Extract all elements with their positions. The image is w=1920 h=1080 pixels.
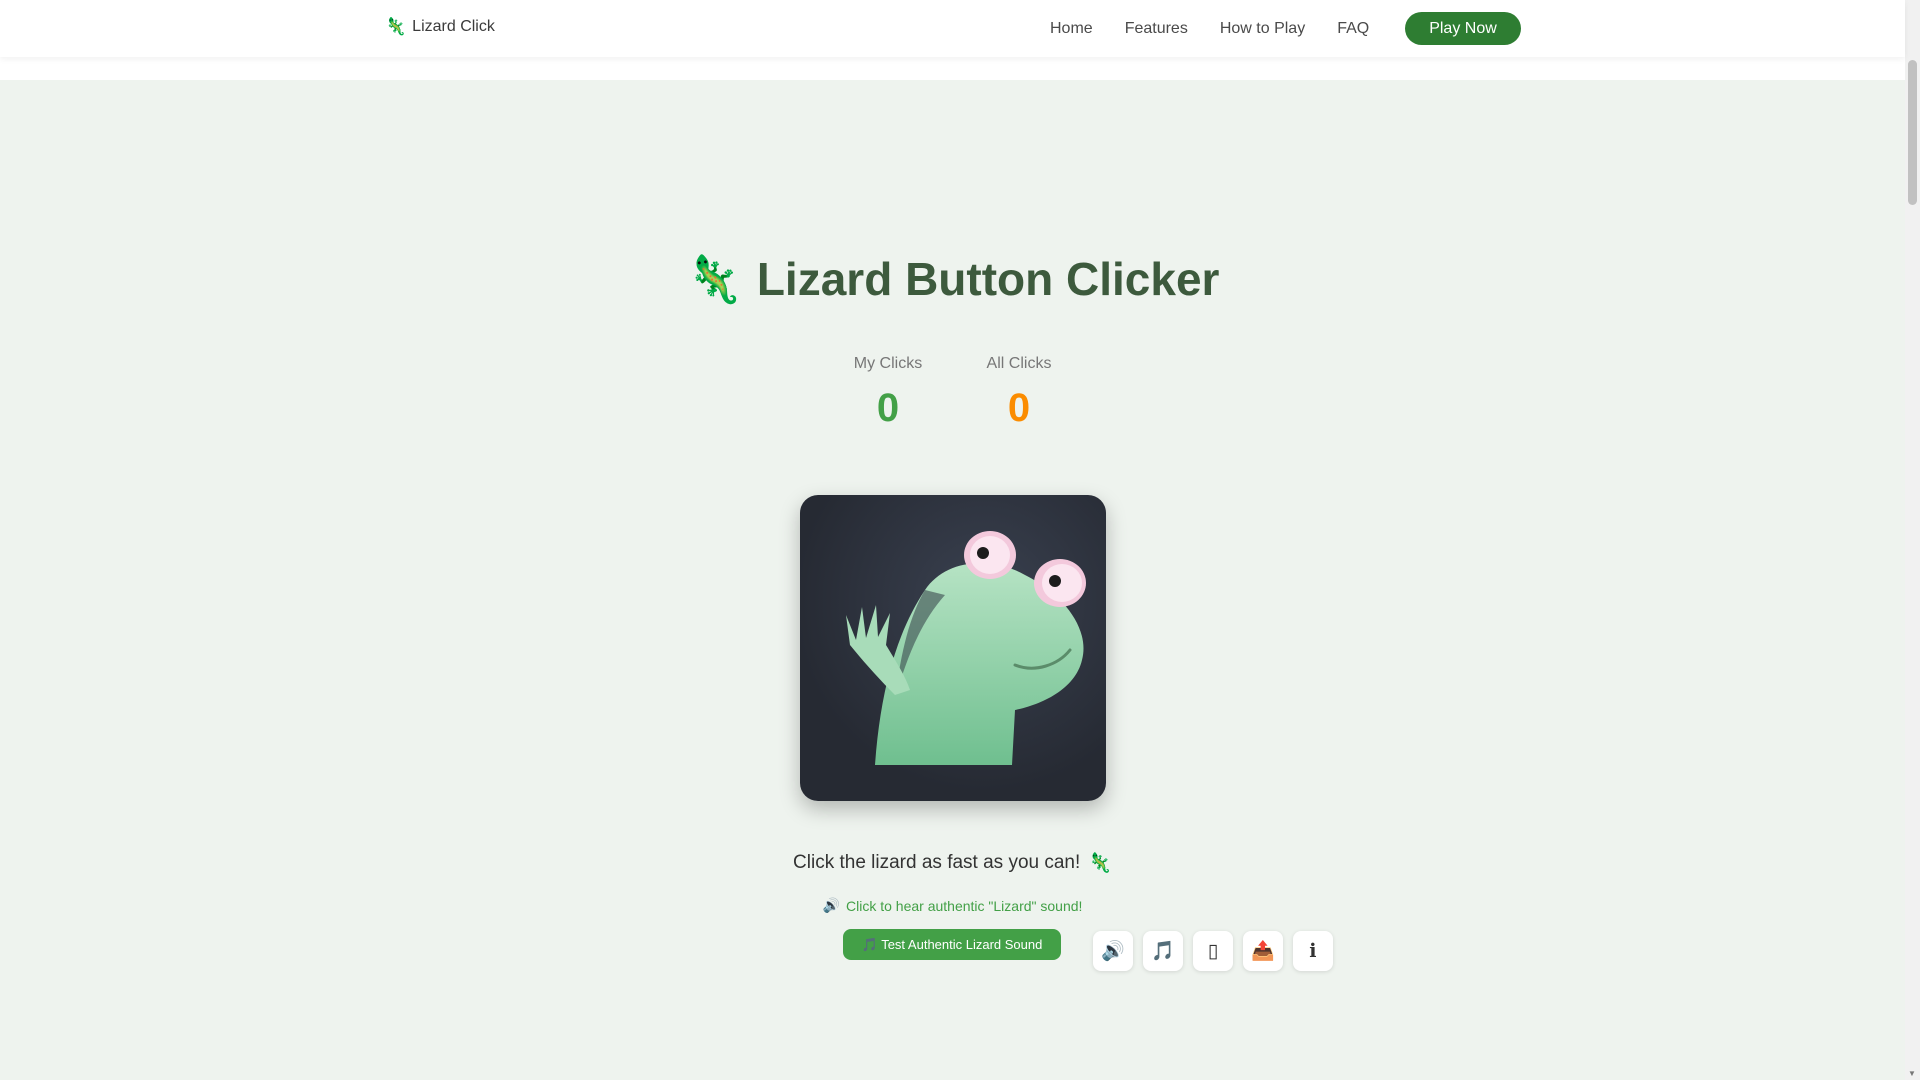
nav-faq[interactable]: FAQ [1337,20,1369,38]
lizard-tagline-icon: 🦎 [1088,853,1112,874]
sound-hint-link[interactable]: 🔊 Click to hear authentic "Lizard" sound… [0,897,1905,914]
tagline: Click the lizard as fast as you can! 🦎 [0,851,1905,875]
lizard-click-button[interactable] [800,495,1106,801]
nav-home[interactable]: Home [1050,20,1093,38]
my-clicks-stat: My Clicks 0 [828,355,948,431]
info-button[interactable]: ℹ [1293,931,1333,971]
sound-hint-text: Click to hear authentic "Lizard" sound! [846,897,1083,914]
scroll-thumb[interactable] [1908,60,1917,205]
nav-features[interactable]: Features [1125,20,1188,38]
navbar: 🦎 Lizard Click Home Features How to Play… [0,0,1905,57]
lizard-image [846,531,1086,765]
blank-icon: ▯ [1207,940,1219,962]
test-sound-button[interactable]: 🎵 Test Authentic Lizard Sound [843,929,1061,960]
all-clicks-value: 0 [1007,386,1031,430]
speaker-icon: 🔊 [1101,941,1125,962]
lizard-title-icon: 🦎 [685,253,743,305]
lizard-logo-icon: 🦎 [385,17,407,36]
music-button[interactable]: 🎵 [1143,931,1183,971]
all-clicks-stat: All Clicks 0 [959,355,1079,431]
share-button[interactable]: 📤 [1243,931,1283,971]
tagline-text: Click the lizard as fast as you can! [793,852,1081,873]
title-text: Lizard Button Clicker [756,253,1220,305]
info-icon: ℹ [1309,940,1317,962]
share-icon: 📤 [1251,941,1275,962]
music-note-icon: 🎵 [1151,941,1175,962]
nav-links: Home Features How to Play FAQ [1050,0,1401,57]
site-name: Lizard Click [412,18,495,35]
page-scrollbar[interactable]: ▼ [1905,0,1920,1080]
speaker-icon: 🔊 [822,897,841,913]
nav-how-to-play[interactable]: How to Play [1220,20,1305,38]
all-clicks-label: All Clicks [986,355,1052,372]
my-clicks-label: My Clicks [853,355,923,372]
page-title: 🦎 Lizard Button Clicker [0,252,1905,306]
scroll-down-arrow-icon[interactable]: ▼ [1908,1069,1916,1078]
sound-toggle-button[interactable]: 🔊 [1093,931,1133,971]
play-now-button[interactable]: Play Now [1405,12,1521,45]
site-logo[interactable]: 🦎 Lizard Click [385,17,495,37]
unknown-button[interactable]: ▯ [1193,931,1233,971]
my-clicks-value: 0 [876,386,900,430]
